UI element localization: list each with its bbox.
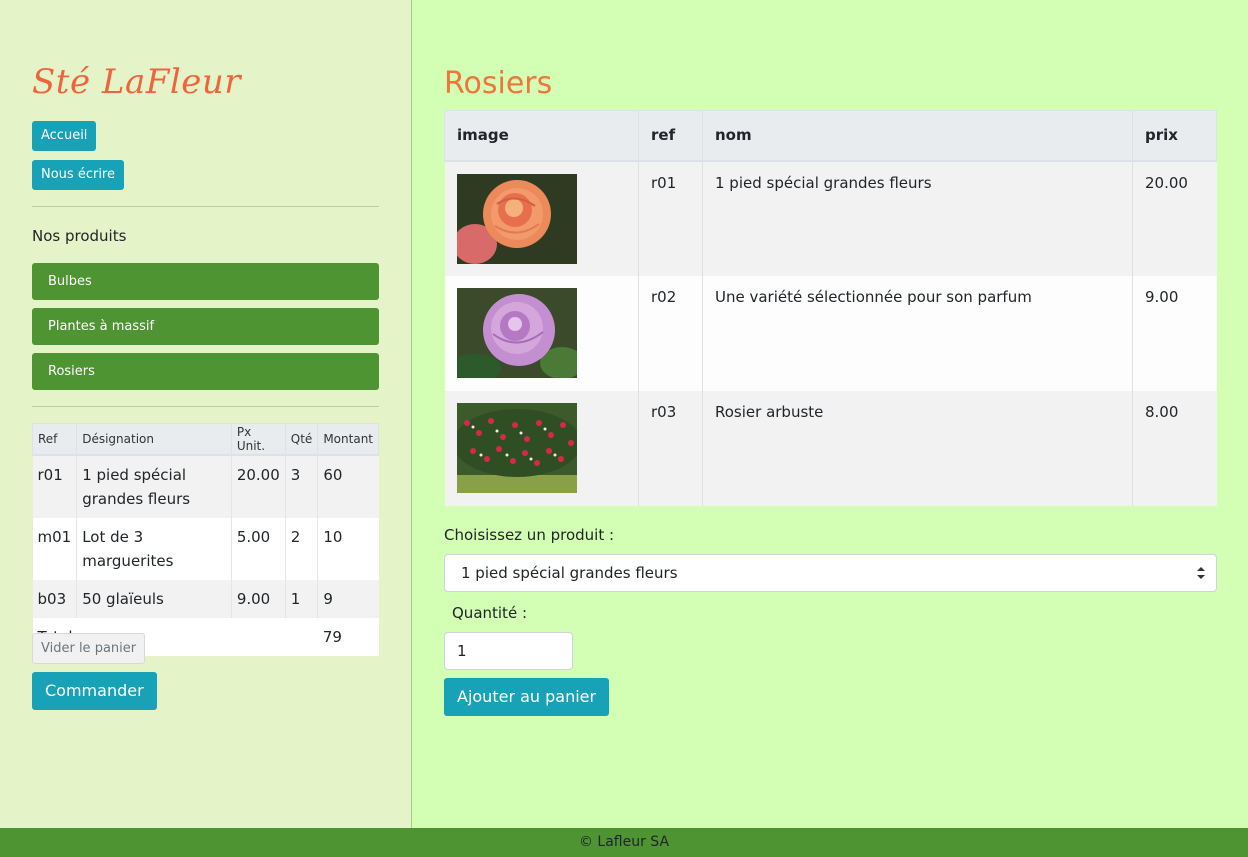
cart-qty: 3: [284, 454, 318, 518]
footer: © Lafleur SA: [0, 828, 1248, 857]
lilac-rose-photo: [456, 287, 577, 378]
product-row[interactable]: r02 Une variété sélectionnée pour son pa…: [444, 275, 1217, 391]
product-name: Une variété sélectionnée pour son parfum: [702, 275, 1133, 391]
add-to-cart-button[interactable]: Ajouter au panier: [444, 678, 610, 716]
cart-designation: 1 pied spécial grandes fleurs: [76, 454, 232, 518]
cart-designation: 50 glaïeuls: [76, 579, 232, 618]
product-image-cell: [444, 390, 639, 506]
col-price: prix: [1132, 110, 1217, 162]
product-ref: r02: [638, 275, 703, 391]
category-plantes-button[interactable]: Plantes à massif: [32, 308, 379, 345]
divider: [32, 406, 379, 407]
page-title: Rosiers: [444, 66, 553, 101]
brand-logo[interactable]: Sté LaFleur: [32, 62, 241, 102]
product-price: 20.00: [1132, 160, 1217, 276]
contact-button[interactable]: Nous écrire: [32, 160, 124, 190]
product-image-cell: [444, 160, 639, 276]
cart-qty: 2: [284, 517, 318, 580]
order-button[interactable]: Commander: [32, 672, 157, 710]
cart-row: r01 1 pied spécial grandes fleurs 20.00 …: [32, 454, 379, 518]
orange-rose-photo: [456, 173, 577, 264]
empty-cart-button[interactable]: Vider le panier: [32, 633, 146, 664]
cart-amount: 10: [317, 517, 379, 580]
divider: [32, 206, 379, 207]
quantity-input[interactable]: 1: [444, 632, 573, 670]
cart-ref: r01: [32, 454, 77, 518]
product-row[interactable]: r03 Rosier arbuste 8.00: [444, 390, 1217, 506]
cart-amount: 60: [317, 454, 379, 518]
cart-row: b03 50 glaïeuls 9.00 1 9: [32, 579, 379, 618]
cart-qty: 1: [284, 579, 318, 618]
products-header-row: image ref nom prix: [444, 110, 1217, 162]
product-ref: r03: [638, 390, 703, 506]
product-select[interactable]: 1 pied spécial grandes fleurs: [444, 554, 1217, 592]
cart-ref: m01: [32, 517, 77, 580]
cart-total-value: 79: [317, 617, 379, 656]
cart-unit-price: 9.00: [230, 579, 286, 618]
cart-col-qty: Qté: [284, 423, 319, 456]
col-name: nom: [702, 110, 1133, 162]
products-table: image ref nom prix r01 1 pied spécial gr…: [444, 110, 1217, 506]
cart-col-ref: Ref: [31, 423, 78, 456]
sidebar: Sté LaFleur Accueil Nous écrire Nos prod…: [0, 0, 412, 828]
cart-col-unit-price: Px Unit.: [230, 423, 286, 456]
product-name: 1 pied spécial grandes fleurs: [702, 160, 1133, 276]
cart-col-amount: Montant: [317, 423, 379, 456]
product-image-cell: [444, 275, 639, 391]
cart-designation: Lot de 3 marguerites: [76, 517, 232, 580]
select-caret-icon: [1197, 567, 1205, 579]
product-name: Rosier arbuste: [702, 390, 1133, 506]
cart-ref: b03: [32, 579, 77, 618]
product-row[interactable]: r01 1 pied spécial grandes fleurs 20.00: [444, 160, 1217, 276]
choose-product-label: Choisissez un produit :: [444, 526, 615, 544]
home-button[interactable]: Accueil: [32, 121, 97, 151]
col-image: image: [444, 110, 639, 162]
cart-amount: 9: [317, 579, 379, 618]
products-heading: Nos produits: [32, 227, 127, 245]
cart-unit-price: 5.00: [230, 517, 286, 580]
col-ref: ref: [638, 110, 703, 162]
cart-table: Ref Désignation Px Unit. Qté Montant r01…: [31, 423, 379, 656]
cart-row: m01 Lot de 3 marguerites 5.00 2 10: [32, 517, 379, 580]
product-ref: r01: [638, 160, 703, 276]
category-bulbes-button[interactable]: Bulbes: [32, 263, 379, 300]
cart-col-designation: Désignation: [76, 423, 232, 456]
product-price: 8.00: [1132, 390, 1217, 506]
category-rosiers-button[interactable]: Rosiers: [32, 353, 379, 390]
main-content: Rosiers image ref nom prix r01 1 pied sp…: [412, 0, 1248, 828]
cart-header-row: Ref Désignation Px Unit. Qté Montant: [31, 423, 379, 456]
cart-unit-price: 20.00: [230, 454, 286, 518]
product-price: 9.00: [1132, 275, 1217, 391]
shrub-rose-photo: [456, 402, 577, 493]
product-select-value: 1 pied spécial grandes fleurs: [461, 564, 678, 582]
quantity-label: Quantité :: [452, 604, 527, 622]
